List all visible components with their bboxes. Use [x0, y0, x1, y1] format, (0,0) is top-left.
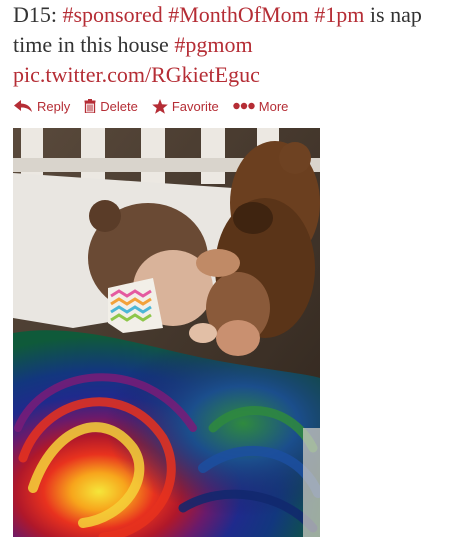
hashtag-sponsored-link[interactable]: #sponsored — [63, 2, 163, 27]
reply-arrow-icon — [13, 99, 33, 113]
hashtag-1pm-link[interactable]: #1pm — [314, 2, 364, 27]
tweet-text-segment: D15: — [13, 2, 63, 27]
more-label: More — [258, 98, 289, 114]
reply-label: Reply — [37, 98, 71, 114]
tweet-actions: Reply Delete Favorite More — [13, 96, 302, 116]
ellipsis-icon — [233, 102, 255, 110]
more-button[interactable]: More — [233, 98, 289, 114]
favorite-label: Favorite — [171, 98, 219, 114]
reply-button[interactable]: Reply — [13, 99, 70, 114]
tweet-photo[interactable] — [13, 128, 320, 537]
delete-label: Delete — [100, 98, 138, 114]
star-icon — [152, 98, 168, 114]
pic-twitter-link[interactable]: pic.twitter.com/RGkietEguc — [13, 62, 260, 87]
delete-button[interactable]: Delete — [84, 99, 138, 114]
trash-icon — [84, 99, 96, 113]
hashtag-pgmom-link[interactable]: #pgmom — [174, 32, 252, 57]
tweet-text: D15: #sponsored #MonthOfMom #1pm is nap … — [13, 0, 461, 90]
hashtag-monthofmom-link[interactable]: #MonthOfMom — [168, 2, 309, 27]
sleeping-toddler-photo — [13, 128, 320, 537]
favorite-button[interactable]: Favorite — [152, 98, 219, 114]
